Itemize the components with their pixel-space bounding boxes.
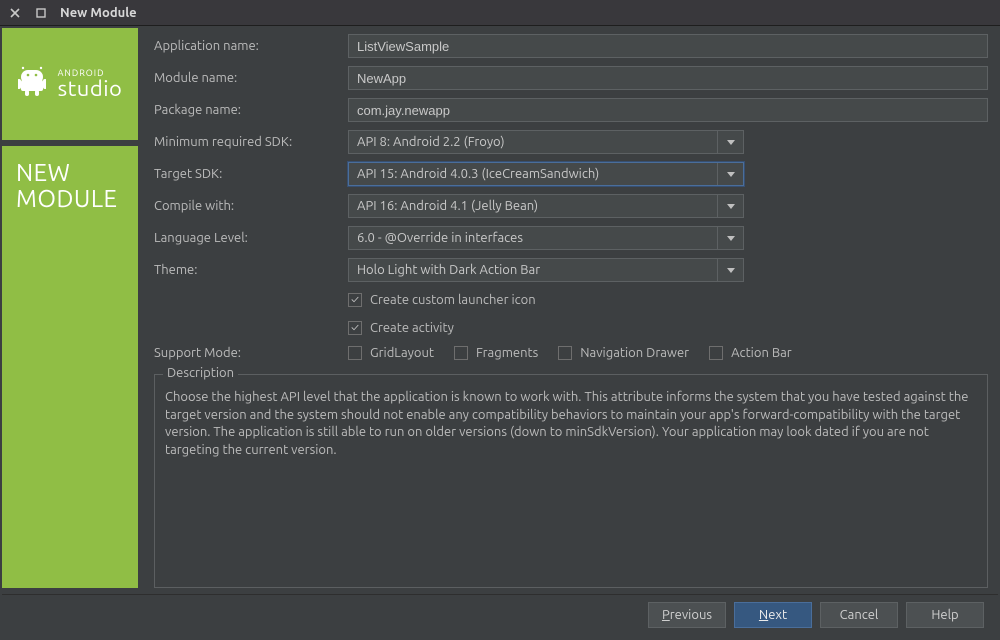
wizard-body: ANDROID studio NEW MODULE Application na… [0, 26, 1000, 640]
maximize-window-icon[interactable] [34, 6, 48, 20]
android-studio-icon [18, 65, 46, 100]
chevron-down-icon[interactable] [717, 195, 743, 217]
description-body: Choose the highest API level that the ap… [165, 389, 977, 459]
support-fragments-label: Fragments [476, 346, 538, 360]
titlebar: New Module [0, 0, 1000, 26]
help-button[interactable]: Help [906, 602, 984, 628]
support-navdrawer-label: Navigation Drawer [580, 346, 689, 360]
sidebar-title-pane: NEW MODULE [2, 146, 138, 588]
label-package-name: Package name: [154, 103, 340, 117]
label-language-level: Language Level: [154, 231, 340, 245]
module-name-input[interactable] [348, 66, 988, 90]
next-button[interactable]: Next [734, 602, 812, 628]
package-name-input[interactable] [348, 98, 988, 122]
description-legend: Description [163, 366, 238, 380]
support-gridlayout-label: GridLayout [370, 346, 434, 360]
sidebar-title-line2: MODULE [16, 186, 128, 212]
support-actionbar-checkbox[interactable] [709, 346, 723, 360]
window-title: New Module [60, 6, 137, 20]
support-actionbar-label: Action Bar [731, 346, 792, 360]
target-sdk-select[interactable]: API 15: Android 4.0.3 (IceCreamSandwich) [348, 162, 744, 186]
wizard-sidebar: ANDROID studio NEW MODULE [2, 28, 138, 588]
form-area: Application name: Module name: Package n… [142, 28, 998, 588]
label-target-sdk: Target SDK: [154, 167, 340, 181]
brand-big-text: studio [58, 78, 123, 100]
language-level-select[interactable]: 6.0 - @Override in interfaces [348, 226, 744, 250]
label-compile-with: Compile with: [154, 199, 340, 213]
chevron-down-icon[interactable] [717, 131, 743, 153]
close-window-icon[interactable] [8, 6, 22, 20]
theme-value: Holo Light with Dark Action Bar [357, 263, 717, 277]
support-fragments-checkbox[interactable] [454, 346, 468, 360]
create-launcher-icon-checkbox[interactable] [348, 293, 362, 307]
compile-with-select[interactable]: API 16: Android 4.1 (Jelly Bean) [348, 194, 744, 218]
label-module-name: Module name: [154, 71, 340, 85]
support-navdrawer-checkbox[interactable] [558, 346, 572, 360]
support-gridlayout-checkbox[interactable] [348, 346, 362, 360]
chevron-down-icon[interactable] [717, 227, 743, 249]
sidebar-title-line1: NEW [16, 160, 128, 186]
language-level-value: 6.0 - @Override in interfaces [357, 231, 717, 245]
button-bar: Previous Next Cancel Help [2, 594, 998, 640]
create-activity-label: Create activity [370, 321, 454, 335]
label-min-sdk: Minimum required SDK: [154, 135, 340, 149]
chevron-down-icon[interactable] [717, 163, 743, 185]
min-sdk-value: API 8: Android 2.2 (Froyo) [357, 135, 717, 149]
target-sdk-value: API 15: Android 4.0.3 (IceCreamSandwich) [357, 167, 717, 181]
create-activity-checkbox[interactable] [348, 321, 362, 335]
label-application-name: Application name: [154, 39, 340, 53]
application-name-input[interactable] [348, 34, 988, 58]
theme-select[interactable]: Holo Light with Dark Action Bar [348, 258, 744, 282]
chevron-down-icon[interactable] [717, 259, 743, 281]
label-support-mode: Support Mode: [154, 346, 340, 360]
description-box: Description Choose the highest API level… [154, 374, 988, 588]
create-launcher-icon-label: Create custom launcher icon [370, 293, 536, 307]
brand-panel: ANDROID studio [2, 28, 138, 140]
min-sdk-select[interactable]: API 8: Android 2.2 (Froyo) [348, 130, 744, 154]
previous-button[interactable]: Previous [648, 602, 726, 628]
compile-with-value: API 16: Android 4.1 (Jelly Bean) [357, 199, 717, 213]
cancel-button[interactable]: Cancel [820, 602, 898, 628]
label-theme: Theme: [154, 263, 340, 277]
